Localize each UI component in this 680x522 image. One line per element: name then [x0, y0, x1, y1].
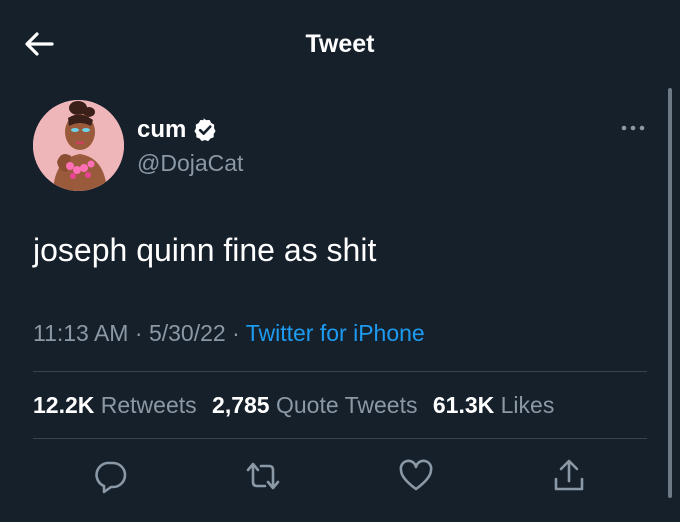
- share-icon: [554, 459, 584, 491]
- like-button[interactable]: [398, 458, 434, 494]
- header-bar: Tweet: [0, 0, 680, 90]
- author-handle[interactable]: @DojaCat: [137, 150, 243, 177]
- tweet-date[interactable]: 5/30/22: [149, 320, 226, 346]
- quote-tweets-stat[interactable]: 2,785 Quote Tweets: [212, 392, 417, 418]
- tweet-source-link[interactable]: Twitter for iPhone: [246, 320, 425, 346]
- author-display-name[interactable]: cum: [137, 116, 186, 144]
- retweet-icon: [246, 462, 280, 490]
- tweet-metadata: 11:13 AM · 5/30/22 · Twitter for iPhone: [33, 320, 425, 347]
- avatar-photo: [33, 100, 124, 191]
- meta-separator: ·: [134, 320, 143, 346]
- page-title: Tweet: [305, 30, 375, 58]
- retweets-count: 12.2K: [33, 392, 95, 418]
- avatar[interactable]: [33, 100, 124, 191]
- tweet-stats: 12.2K Retweets 2,785 Quote Tweets 61.3K …: [33, 392, 563, 419]
- likes-stat[interactable]: 61.3K Likes: [433, 392, 554, 418]
- share-button[interactable]: [551, 458, 587, 494]
- likes-count: 61.3K: [432, 392, 495, 418]
- more-options-button[interactable]: [620, 120, 646, 136]
- retweets-label: Retweets: [100, 392, 197, 418]
- verified-badge-icon: [193, 118, 217, 142]
- tweet-text: joseph quinn fine as shit: [33, 232, 377, 268]
- retweet-button[interactable]: [245, 458, 281, 494]
- quote-tweets-count: 2,785: [212, 392, 270, 418]
- divider: [33, 438, 647, 439]
- author-name-row[interactable]: cum: [137, 116, 217, 144]
- more-icon: [621, 125, 645, 131]
- like-icon: [399, 459, 433, 491]
- reply-icon: [95, 461, 127, 494]
- retweets-stat[interactable]: 12.2K Retweets: [33, 392, 197, 418]
- meta-separator: ·: [232, 320, 240, 346]
- quote-tweets-label: Quote Tweets: [275, 392, 418, 418]
- divider: [33, 371, 647, 372]
- scrollbar[interactable]: [668, 88, 672, 498]
- tweet-time[interactable]: 11:13 AM: [33, 320, 128, 346]
- likes-label: Likes: [500, 392, 555, 418]
- reply-button[interactable]: [92, 458, 128, 494]
